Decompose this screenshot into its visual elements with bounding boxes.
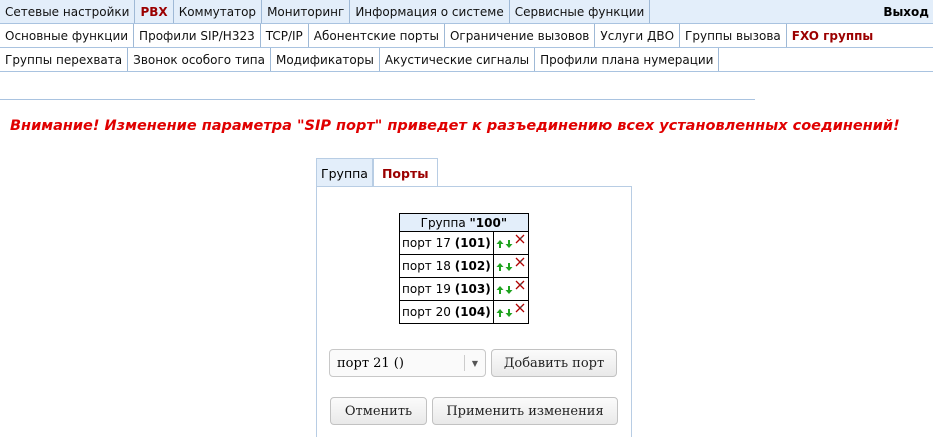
move-up-icon[interactable] <box>496 285 504 295</box>
move-up-icon[interactable] <box>496 262 504 272</box>
table-row: порт 19 (103) <box>399 277 529 301</box>
divider <box>0 99 755 100</box>
port-cell: порт 18 (102) <box>399 254 494 278</box>
sub-nav-vas-services[interactable]: Услуги ДВО <box>595 24 681 48</box>
sub-nav-numbering-plan-profiles[interactable]: Профили плана нумерации <box>535 48 720 72</box>
top-nav: Сетевые настройки PBX Коммутатор Монитор… <box>0 0 933 24</box>
table-row: порт 17 (101) <box>399 231 529 255</box>
sip-port-warning: Внимание! Изменение параметра "SIP порт"… <box>10 118 900 134</box>
move-up-icon[interactable] <box>496 239 504 249</box>
chevron-down-icon: ▼ <box>464 355 485 371</box>
port-cell: порт 20 (104) <box>399 300 494 324</box>
table-row: порт 18 (102) <box>399 254 529 278</box>
port-cell: порт 19 (103) <box>399 277 494 301</box>
sub-nav-2: Группы перехвата Звонок особого типа Мод… <box>0 48 933 72</box>
sub-nav-basic-functions[interactable]: Основные функции <box>0 24 135 48</box>
sub-nav-tcp-ip[interactable]: TCP/IP <box>261 24 309 48</box>
sub-nav-special-ring[interactable]: Звонок особого типа <box>128 48 271 72</box>
cancel-button[interactable]: Отменить <box>330 397 427 425</box>
port-select[interactable]: порт 21 () ▼ <box>329 349 486 377</box>
port-cell: порт 17 (101) <box>399 231 494 255</box>
group-ports-table: Группа "100" порт 17 (101) порт 18 (102)… <box>399 213 529 324</box>
delete-icon[interactable] <box>514 302 526 314</box>
delete-icon[interactable] <box>514 279 526 291</box>
sub-nav-fxo-groups[interactable]: FXO группы <box>787 24 888 48</box>
top-nav-system-info[interactable]: Информация о системе <box>350 0 510 23</box>
panel-border <box>316 186 374 187</box>
top-nav-pbx[interactable]: PBX <box>135 0 174 23</box>
sub-nav-pickup-groups[interactable]: Группы перехвата <box>0 48 129 72</box>
group-table-header: Группа "100" <box>399 213 529 232</box>
add-port-button[interactable]: Добавить порт <box>491 349 617 377</box>
sub-nav-call-groups[interactable]: Группы вызова <box>680 24 787 48</box>
sub-nav-modifiers[interactable]: Модификаторы <box>271 48 380 72</box>
tab-group[interactable]: Группа <box>316 158 373 187</box>
tab-ports[interactable]: Порты <box>372 158 438 187</box>
move-up-icon[interactable] <box>496 308 504 318</box>
move-down-icon[interactable] <box>505 239 513 249</box>
move-down-icon[interactable] <box>505 262 513 272</box>
move-down-icon[interactable] <box>505 308 513 318</box>
panel-tabs: Группа Порты <box>316 158 438 187</box>
sub-nav-subscriber-ports[interactable]: Абонентские порты <box>309 24 445 48</box>
delete-icon[interactable] <box>514 233 526 245</box>
port-select-value: порт 21 () <box>337 355 404 371</box>
move-down-icon[interactable] <box>505 285 513 295</box>
top-nav-switch[interactable]: Коммутатор <box>173 0 263 23</box>
exit-link[interactable]: Выход <box>883 0 933 23</box>
top-nav-monitoring[interactable]: Мониторинг <box>262 0 351 23</box>
top-nav-network-settings[interactable]: Сетевые настройки <box>0 0 136 23</box>
apply-changes-button[interactable]: Применить изменения <box>432 397 618 425</box>
sub-nav-1: Основные функции Профили SIP/H323 TCP/IP… <box>0 24 933 48</box>
table-row: порт 20 (104) <box>399 300 529 324</box>
top-nav-service-functions[interactable]: Сервисные функции <box>509 0 651 23</box>
delete-icon[interactable] <box>514 256 526 268</box>
sub-nav-sip-h323-profiles[interactable]: Профили SIP/H323 <box>134 24 261 48</box>
sub-nav-call-restrictions[interactable]: Ограничение вызовов <box>445 24 596 48</box>
divider <box>0 71 933 72</box>
sub-nav-acoustic-signals[interactable]: Акустические сигналы <box>380 48 536 72</box>
